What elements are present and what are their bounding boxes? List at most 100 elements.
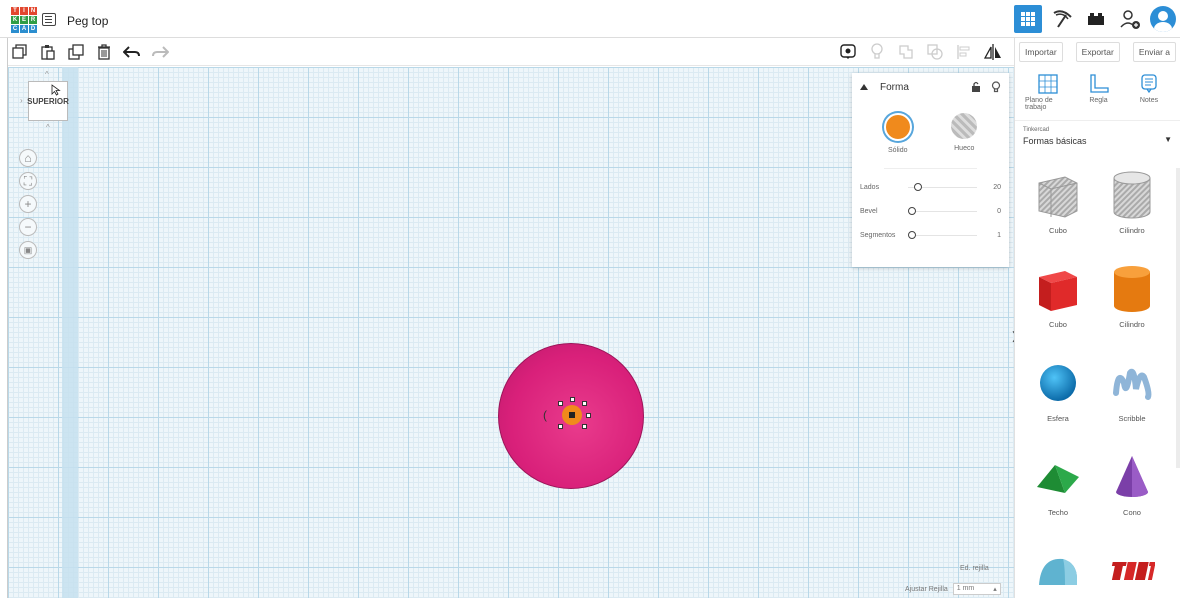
shape-params: Lados 20 Bevel 0 Segmentos 1 [852, 175, 1009, 247]
shape-label: Cilindro [1119, 320, 1145, 329]
param-slider[interactable] [908, 230, 977, 239]
resize-handle[interactable] [582, 401, 587, 406]
tinkercad-logo[interactable]: T I N K E R C A D [11, 7, 37, 33]
workplane-edge [62, 67, 78, 598]
workplane-tool[interactable]: Plano de trabajo [1025, 74, 1071, 120]
notes-visibility-button[interactable] [838, 42, 858, 62]
logo-letter: N [29, 7, 37, 15]
shape-tile[interactable]: Cilindro [1095, 170, 1169, 244]
ruler-tool[interactable]: Regla [1076, 74, 1122, 120]
shape-inspector: Forma Sólido Hueco Lados 20 Bevel 0 Segm… [852, 73, 1009, 267]
resize-handle[interactable] [582, 424, 587, 429]
hole-option[interactable]: Hueco [951, 113, 978, 154]
shape-library-dropdown[interactable]: Tinkercad Formas básicas ▼ [1015, 120, 1180, 156]
param-value[interactable]: 1 [977, 232, 1001, 239]
solid-color-swatch[interactable] [883, 113, 912, 141]
home-icon: ⌂ [24, 151, 32, 165]
edit-grid-button[interactable]: Ed. rejilla [960, 565, 989, 572]
param-row: Lados 20 [852, 175, 1009, 199]
param-value[interactable]: 0 [977, 208, 1001, 215]
shape-tile[interactable]: Cilindro [1095, 264, 1169, 338]
shape-tile[interactable]: Cubo [1021, 170, 1095, 244]
shape-tile[interactable]: Scribble [1095, 358, 1169, 432]
shape-label: Esfera [1047, 414, 1069, 423]
logo-letter: T [11, 7, 19, 15]
user-avatar[interactable] [1150, 6, 1176, 32]
grid-view-button[interactable] [1014, 5, 1042, 33]
copy-button[interactable] [10, 42, 30, 62]
shapes-scrollbar[interactable] [1176, 168, 1180, 468]
hole-swatch[interactable] [951, 113, 978, 139]
param-value[interactable]: 20 [977, 184, 1001, 191]
snap-grid-value: 1 mm [956, 585, 975, 592]
ungroup-button[interactable] [925, 42, 945, 62]
redo-button[interactable] [150, 42, 170, 62]
minus-icon: − [24, 220, 32, 234]
shape-label: Cubo [1049, 320, 1067, 329]
right-panel: Importar Exportar Enviar a Plano de trab… [1014, 38, 1180, 598]
group-button[interactable] [896, 42, 916, 62]
delete-button[interactable] [94, 42, 114, 62]
zoom-in-button[interactable]: + [19, 195, 37, 213]
rotate-handle-icon[interactable]: ( [543, 408, 547, 422]
shape-tile[interactable] [1095, 546, 1169, 598]
import-button[interactable]: Importar [1019, 42, 1063, 62]
paste-button[interactable] [38, 42, 58, 62]
shape-tile[interactable]: Techo [1021, 452, 1095, 526]
slider-knob[interactable] [913, 182, 922, 191]
lock-icon[interactable] [971, 81, 981, 93]
solid-option[interactable]: Sólido [883, 113, 912, 154]
design-title[interactable]: Peg top [67, 14, 108, 28]
resize-handle[interactable] [570, 397, 575, 402]
viewcube-left-arrow-icon[interactable]: › [20, 96, 23, 105]
view-cube[interactable]: ^ › ^ SUPERIOR [20, 70, 69, 132]
viewcube-up-arrow-icon[interactable]: ^ [45, 70, 49, 79]
bricks-view-button[interactable] [1082, 5, 1110, 33]
param-slider[interactable] [908, 206, 977, 215]
fit-view-button[interactable]: ⛶ [19, 172, 37, 190]
shape-grid: Cubo Cilindro Cubo Cilindro Esfera Scrib… [1015, 168, 1175, 598]
blocks-view-button[interactable] [1048, 5, 1076, 33]
slider-knob[interactable] [908, 230, 916, 239]
light-bulb-icon[interactable] [991, 81, 1001, 93]
notes-tool[interactable]: Notes [1126, 74, 1172, 120]
slider-knob[interactable] [908, 206, 916, 215]
export-button[interactable]: Exportar [1075, 42, 1120, 62]
library-name: Formas básicas [1023, 136, 1087, 146]
peg-center-handle[interactable] [569, 412, 575, 418]
viewcube-down-arrow-icon[interactable]: ^ [46, 123, 50, 132]
align-button[interactable] [954, 42, 974, 62]
plus-icon: + [24, 197, 32, 211]
collapse-triangle-icon[interactable] [860, 84, 868, 90]
resize-handle[interactable] [558, 401, 563, 406]
param-label: Lados [860, 183, 880, 191]
logo-letter: D [29, 25, 37, 33]
shape-label: Cilindro [1119, 226, 1145, 235]
duplicate-icon [68, 44, 84, 60]
undo-button[interactable] [122, 42, 142, 62]
shape-tile[interactable] [1021, 546, 1095, 598]
add-user-button[interactable] [1116, 5, 1144, 33]
half-cylinder-icon [1035, 546, 1081, 596]
home-view-button[interactable]: ⌂ [19, 149, 37, 167]
resize-handle[interactable] [558, 424, 563, 429]
shape-tile[interactable]: Cono [1095, 452, 1169, 526]
mirror-button[interactable] [983, 42, 1003, 62]
shape-tile[interactable]: Cubo [1021, 264, 1095, 338]
zoom-out-button[interactable]: − [19, 218, 37, 236]
shape-tile[interactable]: Esfera [1021, 358, 1095, 432]
snap-grid-select[interactable]: 1 mm ▴ [952, 583, 1001, 595]
design-list-icon[interactable] [42, 13, 56, 26]
perspective-button[interactable]: ▣ [19, 241, 37, 259]
duplicate-button[interactable] [66, 42, 86, 62]
pickaxe-icon [1053, 10, 1072, 28]
param-slider[interactable] [908, 182, 977, 191]
param-row: Segmentos 1 [852, 223, 1009, 247]
undo-icon [123, 46, 140, 58]
notes-view-icon [840, 44, 856, 59]
send-to-button[interactable]: Enviar a [1132, 42, 1176, 62]
light-button[interactable] [867, 42, 887, 62]
resize-handle[interactable] [586, 413, 591, 418]
shape-label: Cono [1123, 508, 1141, 517]
logo-letter: A [20, 25, 28, 33]
